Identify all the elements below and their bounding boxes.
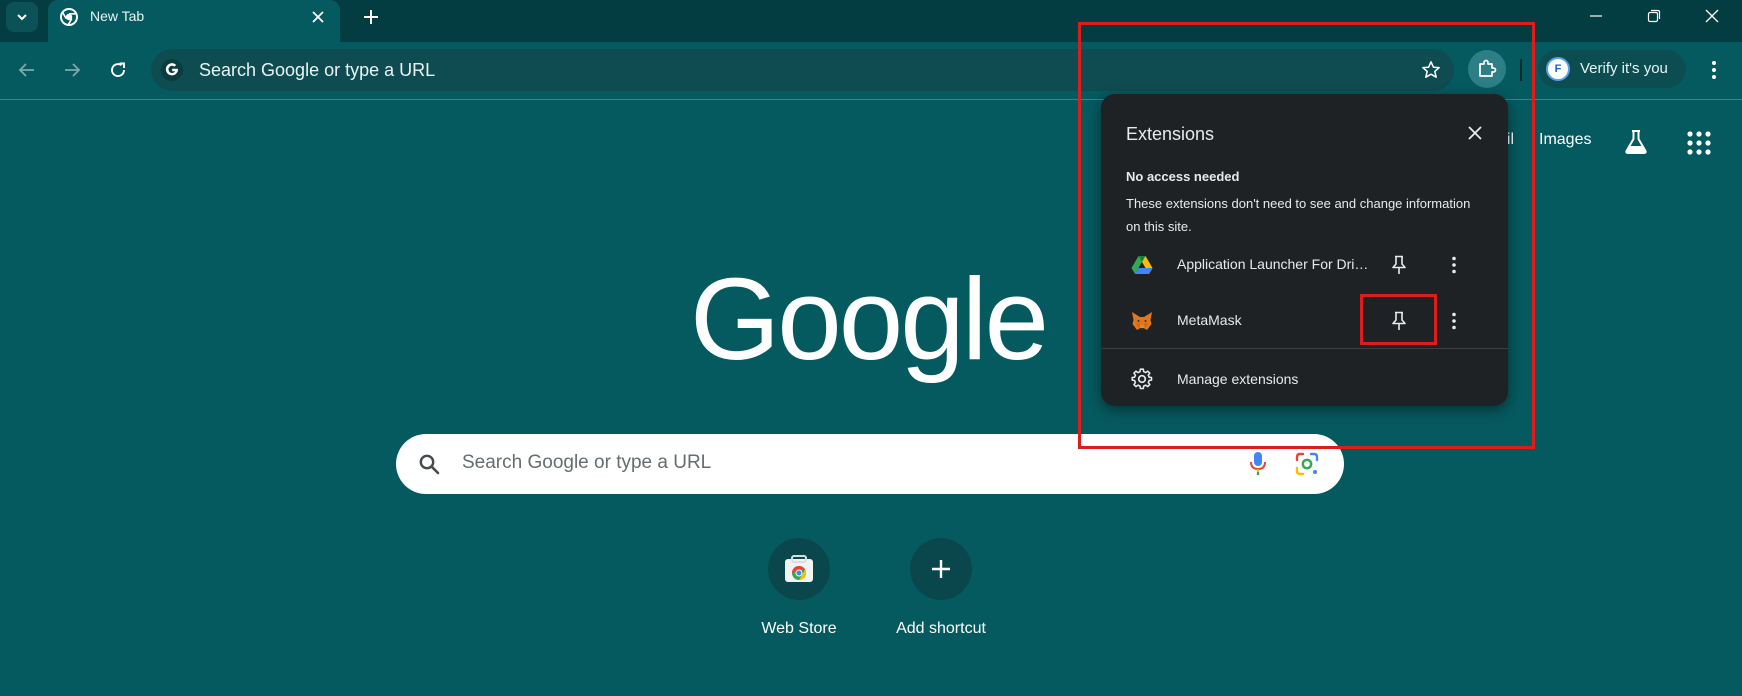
ntp-search-placeholder: Search Google or type a URL [462, 452, 712, 473]
reload-button[interactable] [104, 56, 132, 84]
pin-extension-button[interactable] [1387, 253, 1411, 277]
extension-name: MetaMask [1177, 312, 1242, 328]
avatar: F [1546, 57, 1570, 81]
extensions-menu: Extensions No access needed These extens… [1101, 94, 1508, 406]
plus-icon [364, 10, 378, 24]
restore-button[interactable] [1626, 0, 1682, 32]
close-icon [312, 11, 324, 23]
extension-name: Application Launcher For Drive (by Googl… [1177, 256, 1373, 272]
divider [1101, 348, 1508, 349]
extension-more-button[interactable] [1442, 253, 1466, 277]
close-icon [1705, 9, 1719, 23]
close-icon [1468, 126, 1482, 140]
address-bar[interactable]: Search Google or type a URL [151, 49, 1454, 91]
restore-icon [1647, 9, 1661, 23]
more-vertical-icon [1452, 256, 1456, 274]
shortcut-web-store[interactable]: Web Store [734, 538, 864, 648]
toolbar: Search Google or type a URL F Verify it'… [0, 42, 1742, 100]
shortcut-add[interactable]: Add shortcut [876, 538, 1006, 648]
metamask-fox-icon [1132, 312, 1152, 330]
reload-icon [111, 62, 125, 77]
more-vertical-icon [1452, 312, 1456, 330]
google-apps-icon[interactable] [1686, 130, 1712, 156]
extension-item-metamask[interactable]: MetaMask [1101, 299, 1508, 343]
new-tab-button[interactable] [358, 4, 384, 30]
minimize-button[interactable] [1568, 0, 1624, 32]
search-icon [419, 454, 440, 475]
extensions-menu-title: Extensions [1126, 124, 1215, 144]
google-lens-icon[interactable] [1294, 451, 1320, 477]
google-logo: Google [690, 254, 1049, 384]
tab-search-button[interactable] [6, 2, 38, 32]
minimize-icon [1590, 15, 1602, 17]
profile-button[interactable]: F Verify it's you [1538, 50, 1686, 88]
profile-label: Verify it's you [1580, 60, 1668, 77]
title-bar: New Tab [0, 0, 1742, 42]
shortcut-tile [910, 538, 972, 600]
ntp-search-box[interactable]: Search Google or type a URL [396, 434, 1344, 494]
bookmark-star-button[interactable] [1420, 59, 1442, 81]
tab-title: New Tab [90, 8, 145, 24]
extension-item-application-launcher[interactable]: Application Launcher For Drive (by Googl… [1101, 243, 1508, 287]
back-button[interactable] [13, 56, 41, 84]
shortcut-label: Web Store [761, 620, 837, 637]
forward-arrow-icon [65, 63, 81, 77]
extension-more-button[interactable] [1442, 309, 1466, 333]
microphone-icon[interactable] [1248, 451, 1268, 477]
toolbar-divider [1520, 59, 1522, 81]
forward-button[interactable] [58, 56, 86, 84]
shortcut-label: Add shortcut [896, 620, 986, 637]
extensions-button[interactable] [1468, 50, 1506, 88]
close-window-button[interactable] [1684, 0, 1740, 32]
shortcut-tile [768, 538, 830, 600]
back-arrow-icon [18, 63, 34, 77]
google-g-icon [161, 59, 183, 81]
section-heading: No access needed [1126, 169, 1240, 184]
labs-flask-icon[interactable] [1622, 128, 1650, 156]
puzzle-piece-icon [1479, 59, 1497, 77]
manage-extensions-button[interactable]: Manage extensions [1101, 356, 1508, 400]
address-bar-placeholder: Search Google or type a URL [199, 60, 436, 80]
tab-close-button[interactable] [308, 7, 328, 27]
gear-icon [1131, 368, 1153, 390]
chrome-icon [60, 8, 78, 26]
extensions-menu-close-button[interactable] [1464, 122, 1486, 144]
pin-icon [1392, 255, 1406, 274]
web-store-icon [785, 555, 813, 582]
tab-new-tab[interactable]: New Tab [48, 0, 340, 42]
plus-icon [932, 560, 950, 578]
manage-extensions-label: Manage extensions [1177, 371, 1299, 387]
pin-icon [1392, 311, 1406, 330]
pin-extension-button[interactable] [1387, 309, 1411, 333]
google-drive-icon [1131, 256, 1153, 274]
star-icon [1422, 61, 1440, 78]
more-vertical-icon [1712, 61, 1716, 79]
chevron-down-icon [17, 14, 27, 21]
section-description: These extensions don't need to see and c… [1126, 196, 1471, 234]
chrome-menu-button[interactable] [1700, 56, 1728, 84]
images-link[interactable]: Images [1539, 131, 1591, 149]
